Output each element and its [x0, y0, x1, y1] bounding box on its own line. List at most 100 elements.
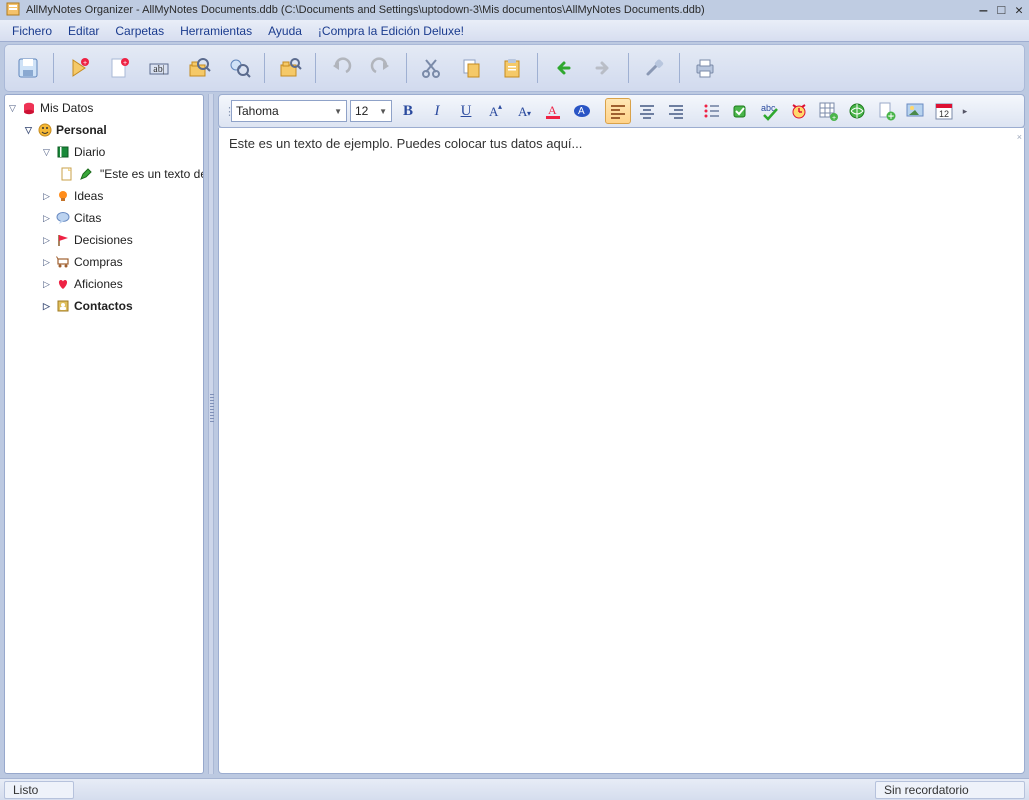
menu-ayuda[interactable]: Ayuda	[262, 22, 308, 40]
svg-text:A: A	[548, 103, 557, 117]
new-note-button[interactable]: +	[62, 51, 96, 85]
tree-folder-personal[interactable]: ▽ Personal	[5, 119, 203, 141]
svg-text:ab|: ab|	[153, 64, 164, 75]
book-icon	[55, 144, 71, 160]
highlight-button[interactable]: A	[569, 98, 595, 124]
cut-button[interactable]	[415, 51, 449, 85]
bold-button[interactable]: B	[395, 98, 421, 124]
editor-textarea[interactable]: Este es un texto de ejemplo. Puedes colo…	[218, 128, 1025, 774]
rename-button[interactable]: ab|	[142, 51, 176, 85]
chevron-down-icon: ▼	[334, 107, 342, 116]
menu-editar[interactable]: Editar	[62, 22, 105, 40]
vertical-splitter[interactable]	[208, 94, 214, 774]
insert-date-button[interactable]: 12	[931, 98, 957, 124]
tree-folder-aficiones[interactable]: ▷ Aficiones	[5, 273, 203, 295]
database-icon	[21, 100, 37, 116]
font-family-select[interactable]: Tahoma ▼	[231, 100, 347, 122]
find-in-tree-button[interactable]	[182, 51, 216, 85]
svg-text:+: +	[889, 112, 894, 121]
settings-button[interactable]	[637, 51, 671, 85]
tree-label: Contactos	[74, 299, 133, 313]
tree-panel[interactable]: ▽ Mis Datos ▽ Personal ▽ Diario "Este es…	[4, 94, 204, 774]
contacts-icon	[55, 298, 71, 314]
search-folder-button[interactable]	[273, 51, 307, 85]
insert-link-button[interactable]	[844, 98, 870, 124]
save-button[interactable]	[11, 51, 45, 85]
tree-label: Decisiones	[74, 233, 133, 247]
tree-folder-decisiones[interactable]: ▷ Decisiones	[5, 229, 203, 251]
align-left-button[interactable]	[605, 98, 631, 124]
tree-folder-compras[interactable]: ▷ Compras	[5, 251, 203, 273]
toolbar-separator	[264, 53, 265, 83]
paste-button[interactable]	[495, 51, 529, 85]
toolbar-separator	[53, 53, 54, 83]
scroll-indicator: ×	[1017, 132, 1022, 142]
insert-image-button[interactable]	[902, 98, 928, 124]
toolbar-overflow-button[interactable]: ▸	[960, 98, 970, 124]
italic-button[interactable]: I	[424, 98, 450, 124]
attach-file-button[interactable]: +	[873, 98, 899, 124]
expand-icon[interactable]: ▷	[41, 279, 52, 290]
insert-table-button[interactable]: +	[815, 98, 841, 124]
menu-deluxe[interactable]: ¡Compra la Edición Deluxe!	[312, 22, 470, 40]
font-size-select[interactable]: 12 ▼	[350, 100, 392, 122]
spellcheck-button[interactable]: abc	[757, 98, 783, 124]
font-color-button[interactable]: A	[540, 98, 566, 124]
expand-icon[interactable]: ▷	[41, 213, 52, 224]
expand-icon[interactable]: ▷	[41, 257, 52, 268]
tree-folder-ideas[interactable]: ▷ Ideas	[5, 185, 203, 207]
menu-fichero[interactable]: Fichero	[6, 22, 58, 40]
bullet-list-button[interactable]	[699, 98, 725, 124]
svg-text:▴: ▴	[498, 102, 502, 111]
print-button[interactable]	[688, 51, 722, 85]
tree-folder-contactos[interactable]: ▷ Contactos	[5, 295, 203, 317]
toolbar-separator	[537, 53, 538, 83]
tree-note-selected[interactable]: "Este es un texto de	[5, 163, 203, 185]
expand-icon[interactable]: ▷	[41, 235, 52, 246]
smiley-icon	[37, 122, 53, 138]
align-center-button[interactable]	[634, 98, 660, 124]
collapse-icon[interactable]: ▽	[41, 147, 52, 158]
tree-label: Citas	[74, 211, 101, 225]
tree-label: Ideas	[74, 189, 103, 203]
undo-button[interactable]	[324, 51, 358, 85]
svg-text:+: +	[83, 60, 87, 67]
toolbar-separator	[628, 53, 629, 83]
back-button[interactable]	[546, 51, 580, 85]
new-document-button[interactable]: +	[102, 51, 136, 85]
tree-label: Compras	[74, 255, 123, 269]
menu-herramientas[interactable]: Herramientas	[174, 22, 258, 40]
tree-folder-citas[interactable]: ▷ Citas	[5, 207, 203, 229]
main-toolbar: + + ab|	[4, 44, 1025, 92]
alarm-button[interactable]	[786, 98, 812, 124]
close-button[interactable]: ✕	[1015, 3, 1023, 18]
expand-icon[interactable]: ▷	[41, 191, 52, 202]
tree-label: "Este es un texto de	[97, 167, 203, 181]
checkbox-button[interactable]	[728, 98, 754, 124]
menu-carpetas[interactable]: Carpetas	[109, 22, 170, 40]
quote-icon	[55, 210, 71, 226]
underline-button[interactable]: U	[453, 98, 479, 124]
align-right-button[interactable]	[663, 98, 689, 124]
collapse-icon[interactable]: ▽	[7, 103, 18, 114]
expand-icon[interactable]: ▷	[41, 301, 52, 312]
toolbar-grip: ⋮	[224, 105, 228, 118]
forward-button[interactable]	[586, 51, 620, 85]
global-search-button[interactable]	[222, 51, 256, 85]
collapse-icon[interactable]: ▽	[23, 125, 34, 136]
font-shrink-button[interactable]: A▾	[511, 98, 537, 124]
tree-label: Personal	[56, 123, 107, 137]
svg-text:12: 12	[939, 109, 949, 119]
statusbar: Listo Sin recordatorio	[0, 778, 1029, 800]
redo-button[interactable]	[364, 51, 398, 85]
cart-icon	[55, 254, 71, 270]
tree-folder-diario[interactable]: ▽ Diario	[5, 141, 203, 163]
editor-body-text: Este es un texto de ejemplo. Puedes colo…	[229, 136, 582, 151]
minimize-button[interactable]: —	[980, 3, 988, 18]
font-grow-button[interactable]: A▴	[482, 98, 508, 124]
copy-button[interactable]	[455, 51, 489, 85]
menubar: Fichero Editar Carpetas Herramientas Ayu…	[0, 20, 1029, 42]
tree-root[interactable]: ▽ Mis Datos	[5, 97, 203, 119]
maximize-button[interactable]: □	[997, 3, 1005, 18]
toolbar-separator	[406, 53, 407, 83]
